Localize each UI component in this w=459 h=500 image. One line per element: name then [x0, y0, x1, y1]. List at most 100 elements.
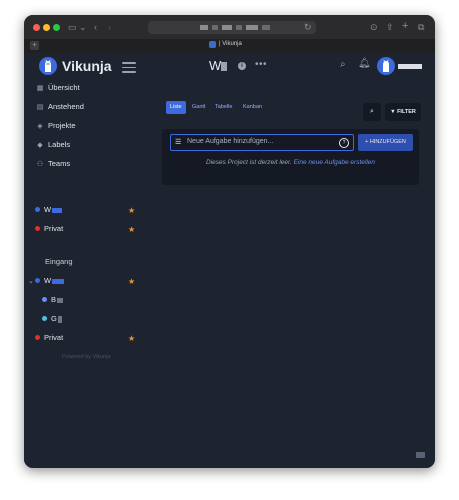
- vikunja-logo-icon[interactable]: [39, 57, 57, 75]
- url-redacted: [212, 25, 218, 30]
- tab-kanban[interactable]: Kanban: [239, 101, 266, 114]
- project-label: Privat: [44, 333, 64, 342]
- menu-toggle-icon[interactable]: [122, 62, 136, 76]
- redacted-text: [57, 297, 64, 303]
- sidebar-item-label: Projekte: [48, 121, 76, 130]
- new-tab-icon[interactable]: +: [402, 21, 408, 32]
- app-header: Vikunja W i ••• ⌕ 🔔︎: [24, 53, 435, 79]
- address-bar[interactable]: ↻: [148, 21, 316, 34]
- browser-toolbar: ▭ ⌄ ‹ › ↻ ⊙ ⇪ + ⧉ + | Vikunja: [24, 15, 435, 53]
- sidebar-toggle-icon[interactable]: ▭: [68, 23, 77, 32]
- calendar-upcoming-icon: ▤: [36, 104, 44, 111]
- project-title: W: [209, 58, 222, 73]
- project-label: Privat: [44, 224, 64, 233]
- project-color-dot: [42, 296, 47, 302]
- project-label: W: [44, 276, 52, 285]
- star-icon[interactable]: ★: [128, 277, 135, 286]
- chevron-down-icon[interactable]: ⌄: [79, 23, 87, 32]
- layer-group-icon: ◈: [37, 123, 43, 130]
- star-icon[interactable]: ★: [128, 225, 135, 234]
- project-color-dot: [35, 206, 40, 212]
- sidebar-item-label: Labels: [48, 140, 71, 149]
- url-redacted: [236, 25, 242, 30]
- project-g[interactable]: G: [42, 312, 62, 326]
- search-button[interactable]: ⌕: [363, 103, 381, 121]
- project-b[interactable]: B: [42, 293, 64, 307]
- help-icon[interactable]: ?: [339, 138, 349, 148]
- tags-icon: ◆: [37, 142, 43, 149]
- tab-title[interactable]: | Vikunja: [219, 41, 242, 47]
- empty-state-text: Dieses Project ist derzeit leer.: [206, 159, 292, 166]
- create-task-link[interactable]: Eine neue Aufgabe erstellen: [294, 159, 375, 166]
- project-color-dot: [35, 277, 40, 283]
- powered-by-link[interactable]: Powered by Vikunja: [62, 354, 111, 360]
- tab-overview-icon[interactable]: ⧉: [418, 23, 424, 32]
- browser-window: ▭ ⌄ ‹ › ↻ ⊙ ⇪ + ⧉ + | Vikunja Vikunja W …: [24, 15, 435, 468]
- vikunja-app: Vikunja W i ••• ⌕ 🔔︎ ▦ Übersicht ▤ Anstehe…: [24, 53, 435, 468]
- filter-label: FILTER: [397, 109, 416, 115]
- redacted-text: [52, 207, 63, 213]
- add-task-placeholder: Neue Aufgabe hinzufügen...: [187, 138, 274, 145]
- task-list-card: ☰ Neue Aufgabe hinzufügen... ? + HINZUFÜ…: [162, 129, 419, 185]
- favorite-project-w[interactable]: W: [35, 203, 63, 217]
- share-icon[interactable]: ⇪: [386, 23, 394, 32]
- project-label: W: [44, 205, 52, 214]
- sidebar-item-upcoming[interactable]: ▤ Anstehend: [35, 100, 84, 114]
- sidebar-item-overview[interactable]: ▦ Übersicht: [35, 81, 80, 95]
- username-redacted[interactable]: [398, 64, 422, 69]
- search-icon: ⌕: [370, 108, 374, 115]
- avatar[interactable]: [377, 57, 395, 75]
- add-task-input[interactable]: ☰ Neue Aufgabe hinzufügen... ?: [170, 134, 354, 151]
- project-label: B: [51, 295, 57, 304]
- project-color-dot: [42, 315, 47, 321]
- tab-table[interactable]: Tabelle: [211, 101, 236, 114]
- sidebar-item-labels[interactable]: ◆ Labels: [35, 138, 70, 152]
- star-icon[interactable]: ★: [128, 334, 135, 343]
- favorite-project-privat[interactable]: Privat: [35, 222, 63, 236]
- reload-icon[interactable]: ↻: [304, 23, 312, 32]
- project-label: G: [51, 314, 57, 323]
- sidebar-item-label: Anstehend: [48, 102, 84, 111]
- calendar-icon: ▦: [36, 85, 44, 92]
- sidebar-item-label: Teams: [48, 159, 71, 168]
- project-privat[interactable]: Privat: [35, 331, 63, 345]
- star-icon[interactable]: ★: [128, 206, 135, 215]
- project-color-dot: [35, 225, 40, 231]
- filter-button[interactable]: ▼ FILTER: [385, 103, 421, 121]
- list-icon: ☰: [175, 139, 182, 146]
- zoom-window-button[interactable]: [53, 24, 60, 31]
- filter-icon: ▼: [390, 109, 398, 115]
- project-w[interactable]: W: [35, 274, 65, 288]
- project-title-redacted: [221, 62, 227, 71]
- tab-gantt[interactable]: Gantt: [188, 101, 209, 114]
- project-color-dot: [35, 334, 40, 340]
- tab-favicon: [209, 41, 216, 48]
- add-tab-button[interactable]: +: [30, 41, 39, 50]
- redacted-text: [52, 278, 65, 284]
- minimize-window-button[interactable]: [43, 24, 50, 31]
- users-icon: ⚇: [36, 161, 44, 168]
- redacted-text: [57, 315, 62, 323]
- sidebar-section-inbox[interactable]: Eingang: [45, 257, 73, 266]
- back-icon[interactable]: ‹: [94, 23, 97, 32]
- empty-state-message: Dieses Project ist derzeit leer. Eine ne…: [162, 159, 419, 166]
- url-redacted: [246, 25, 258, 30]
- sidebar-item-projects[interactable]: ◈ Projekte: [35, 119, 76, 133]
- search-icon[interactable]: ⌕: [340, 59, 346, 70]
- keyboard-shortcuts-icon[interactable]: [416, 452, 425, 458]
- app-logo-text[interactable]: Vikunja: [62, 58, 112, 74]
- bell-icon[interactable]: 🔔︎: [358, 58, 371, 69]
- sidebar-item-label: Übersicht: [48, 83, 80, 92]
- add-task-button[interactable]: + HINZUFÜGEN: [358, 134, 413, 151]
- forward-icon[interactable]: ›: [108, 23, 111, 32]
- url-redacted: [200, 25, 208, 30]
- url-redacted: [262, 25, 270, 30]
- tab-list[interactable]: Liste: [166, 101, 186, 114]
- url-redacted: [222, 25, 232, 30]
- info-icon[interactable]: i: [238, 62, 246, 70]
- close-window-button[interactable]: [33, 24, 40, 31]
- sidebar-item-teams[interactable]: ⚇ Teams: [35, 157, 70, 171]
- more-options-icon[interactable]: •••: [255, 59, 267, 70]
- chevron-down-icon[interactable]: ⌄: [28, 277, 34, 285]
- download-icon[interactable]: ⊙: [370, 23, 378, 32]
